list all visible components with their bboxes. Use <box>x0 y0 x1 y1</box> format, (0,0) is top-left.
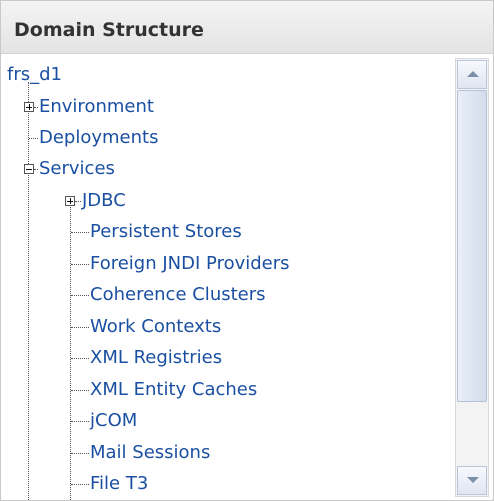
vertical-scrollbar[interactable] <box>455 58 489 497</box>
panel-title: Domain Structure <box>14 19 204 41</box>
tree-connector <box>71 484 89 485</box>
scroll-up-button[interactable] <box>457 60 487 89</box>
tree-connector <box>71 390 89 391</box>
tree-connector <box>34 169 38 170</box>
domain-structure-panel: Domain Structure frs_d1 Environment Depl… <box>0 0 494 501</box>
tree-node-mail-sessions[interactable]: Mail Sessions <box>90 441 210 465</box>
tree-node-jdbc[interactable]: JDBC <box>82 189 126 213</box>
tree-connector <box>71 453 89 454</box>
tree-connector <box>71 327 89 328</box>
tree-node-deployments[interactable]: Deployments <box>39 126 158 150</box>
tree-node-file-t3[interactable]: File T3 <box>90 472 148 496</box>
tree-node-coherence-clusters[interactable]: Coherence Clusters <box>90 283 266 307</box>
tree-node-xml-registries[interactable]: XML Registries <box>90 346 222 370</box>
scroll-up-arrow-icon <box>467 71 479 77</box>
tree-connector <box>71 264 89 265</box>
scroll-down-arrow-icon <box>467 477 479 483</box>
tree-node-xml-entity-caches[interactable]: XML Entity Caches <box>90 378 257 402</box>
domain-tree: frs_d1 Environment Deployments Services … <box>1 53 453 500</box>
tree-connector <box>71 358 89 359</box>
tree-connector <box>71 421 89 422</box>
tree-connector <box>34 107 38 108</box>
tree-node-work-contexts[interactable]: Work Contexts <box>90 315 221 339</box>
tree-node-persistent-stores[interactable]: Persistent Stores <box>90 220 242 244</box>
tree-connector <box>71 295 89 296</box>
collapse-minus-icon[interactable] <box>24 164 34 174</box>
tree-node-foreign-jndi-providers[interactable]: Foreign JNDI Providers <box>90 252 290 276</box>
tree-connector <box>75 201 81 202</box>
expand-plus-icon[interactable] <box>65 196 75 206</box>
tree-node-root[interactable]: frs_d1 <box>7 63 62 87</box>
tree-connector <box>28 82 29 500</box>
tree-node-services[interactable]: Services <box>39 157 115 181</box>
tree-connector <box>29 138 38 139</box>
tree-node-environment[interactable]: Environment <box>39 95 154 119</box>
panel-header: Domain Structure <box>1 1 493 54</box>
scrollbar-thumb[interactable] <box>457 90 487 402</box>
tree-connector <box>70 201 71 500</box>
tree-node-jcom[interactable]: jCOM <box>90 409 137 433</box>
tree-connector <box>71 232 89 233</box>
expand-plus-icon[interactable] <box>24 102 34 112</box>
scroll-down-button[interactable] <box>457 466 487 495</box>
